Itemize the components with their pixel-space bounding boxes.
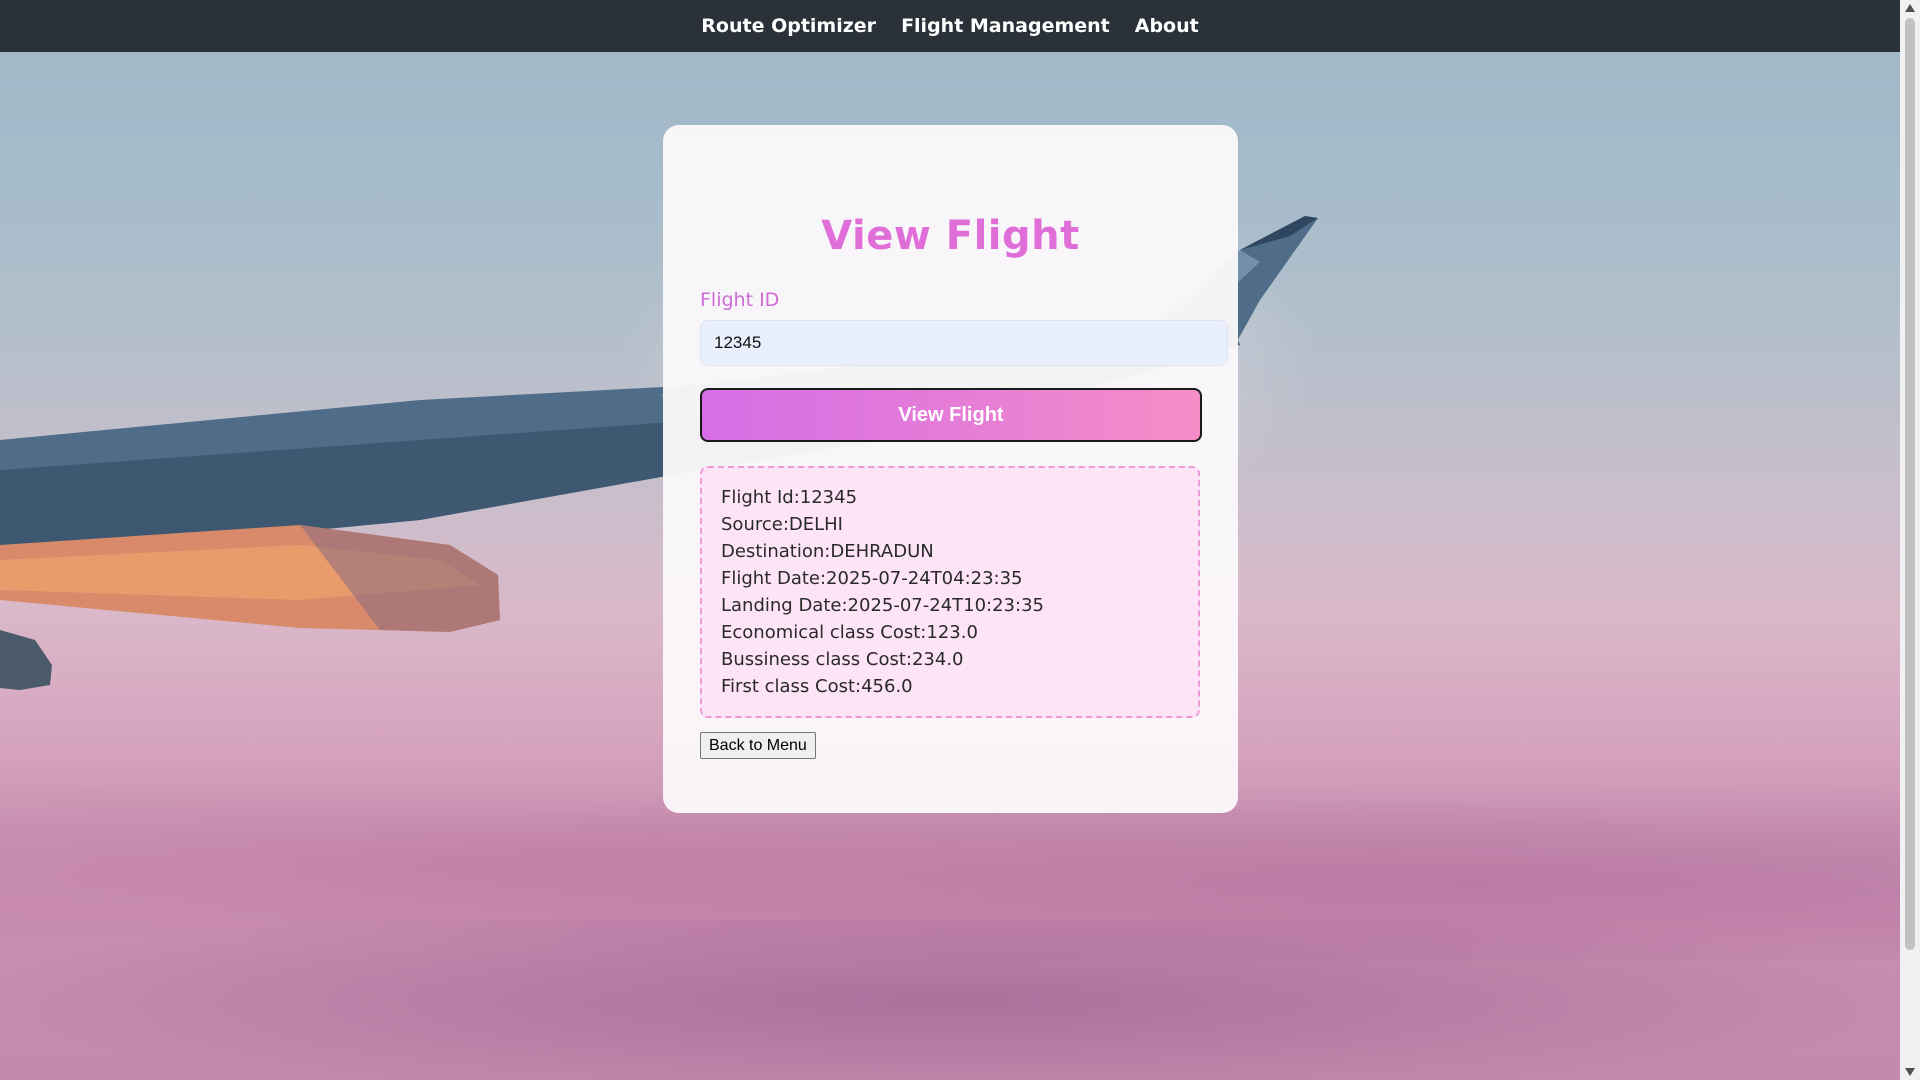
page-scrollbar[interactable] xyxy=(1900,0,1920,1080)
flight-id-input[interactable] xyxy=(700,320,1228,366)
nav-flight-management[interactable]: Flight Management xyxy=(901,15,1110,37)
scroll-down-arrow-icon[interactable] xyxy=(1905,1068,1915,1076)
business-cost-detail: Bussiness class Cost:234.0 xyxy=(721,649,964,670)
view-flight-card: View Flight Flight ID View Flight Flight… xyxy=(663,125,1238,813)
flight-id-label: Flight ID xyxy=(700,289,780,311)
scrollbar-thumb[interactable] xyxy=(1905,18,1915,950)
nav-route-optimizer[interactable]: Route Optimizer xyxy=(701,15,876,37)
flight-date-detail: Flight Date:2025-07-24T04:23:35 xyxy=(721,568,1023,589)
landing-date-detail: Landing Date:2025-07-24T10:23:35 xyxy=(721,595,1044,616)
first-class-cost-detail: First class Cost:456.0 xyxy=(721,676,913,697)
page-title: View Flight xyxy=(821,213,1080,259)
flight-id-detail: Flight Id:12345 xyxy=(721,487,858,508)
view-flight-button[interactable]: View Flight xyxy=(700,388,1202,442)
destination-detail: Destination:DEHRADUN xyxy=(721,541,934,562)
source-detail: Source:DELHI xyxy=(721,514,843,535)
scroll-up-arrow-icon[interactable] xyxy=(1905,4,1915,12)
back-to-menu-button[interactable]: Back to Menu xyxy=(700,732,816,759)
economical-cost-detail: Economical class Cost:123.0 xyxy=(721,622,978,643)
nav-about[interactable]: About xyxy=(1135,15,1199,37)
flight-details-box: Flight Id:12345 Source:DELHI Destination… xyxy=(700,466,1200,718)
top-navbar: Route Optimizer Flight Management About xyxy=(0,0,1900,52)
